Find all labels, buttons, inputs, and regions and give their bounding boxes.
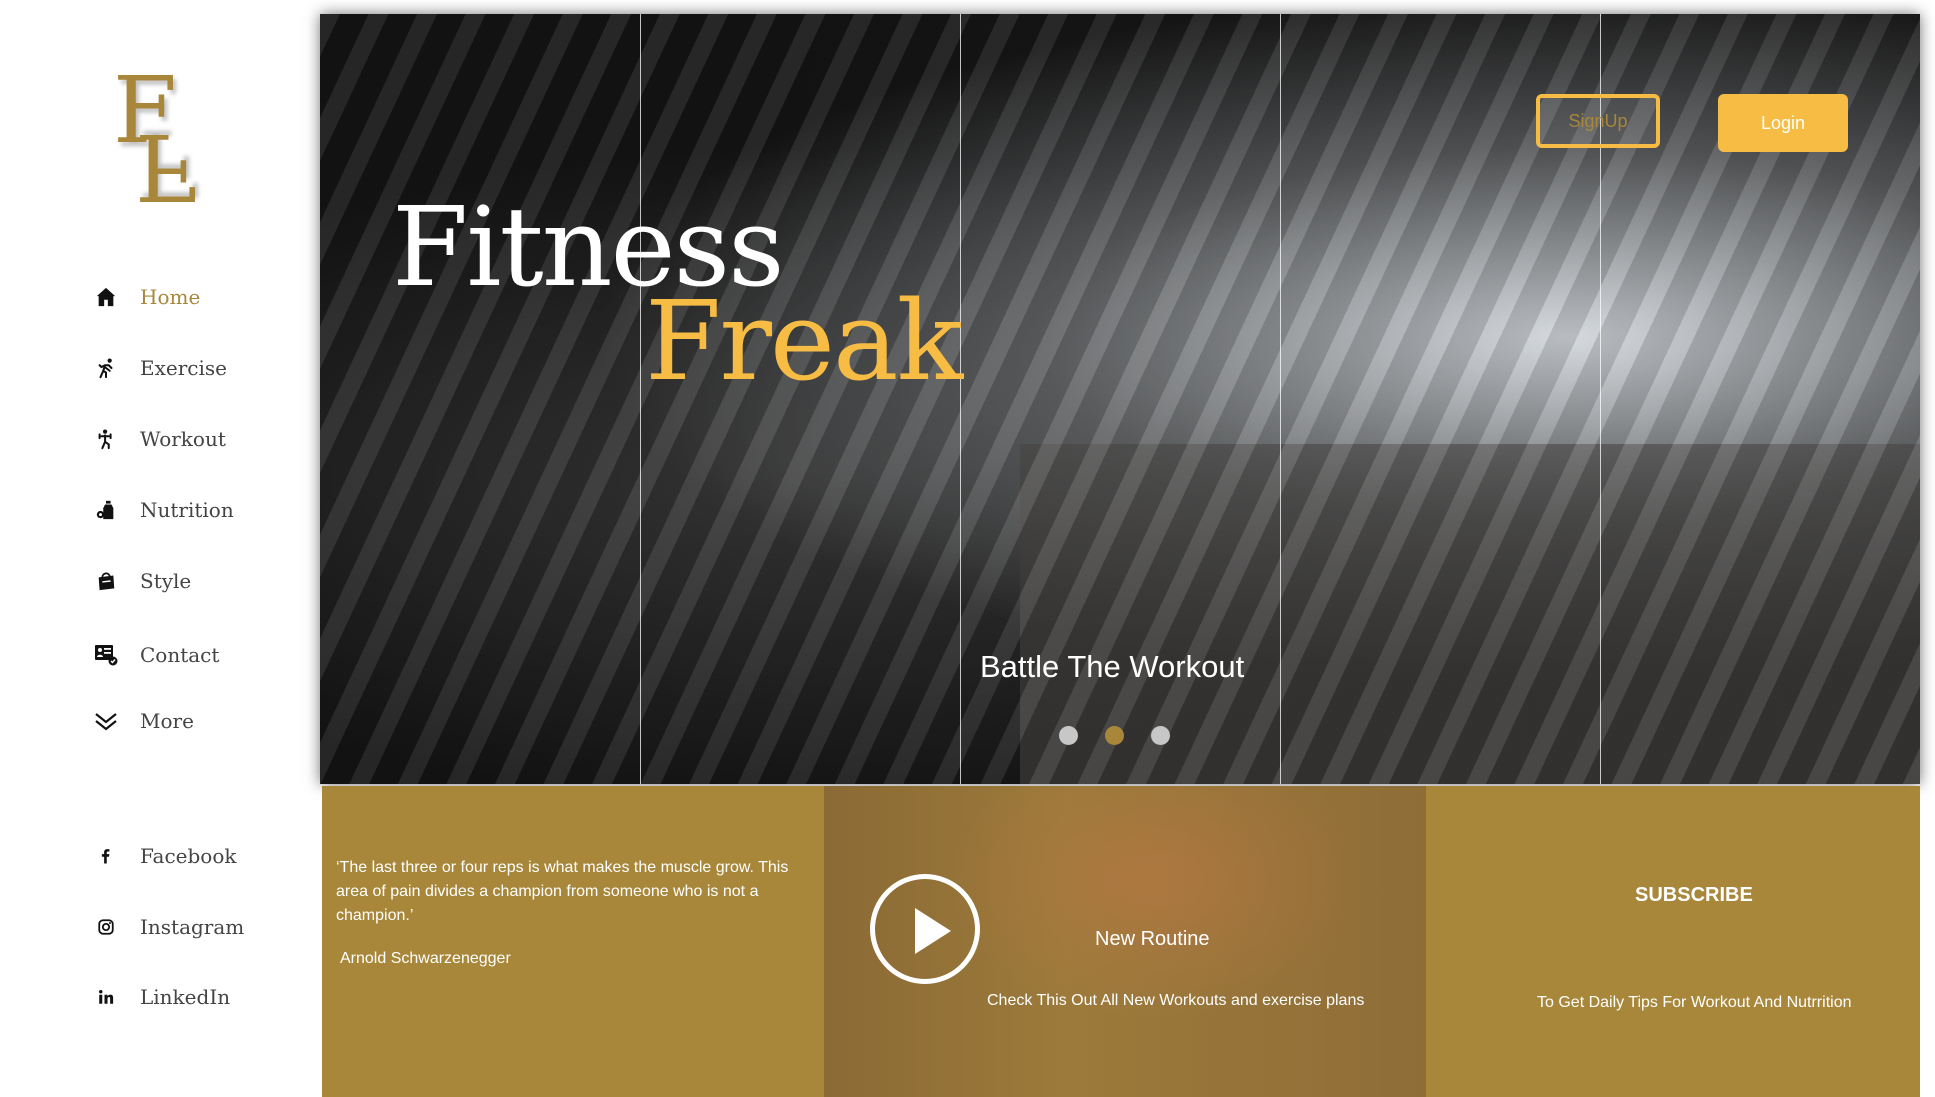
- video-description: Check This Out All New Workouts and exer…: [987, 992, 1365, 1009]
- quote-panel: ‘The last three or four reps is what mak…: [322, 786, 824, 1097]
- nav-label: Exercise: [140, 356, 227, 380]
- nav-label: Nutrition: [140, 498, 234, 522]
- instagram-icon: [94, 915, 118, 939]
- video-title: New Routine: [1095, 928, 1210, 950]
- nav-label: Workout: [140, 427, 226, 451]
- home-icon: [94, 285, 118, 309]
- shopping-bag-icon: [94, 569, 118, 593]
- social-facebook[interactable]: Facebook: [94, 844, 236, 868]
- running-icon: [94, 356, 118, 380]
- video-panel: New Routine Check This Out All New Worko…: [824, 786, 1426, 1097]
- subscribe-description: To Get Daily Tips For Workout And Nutrri…: [1537, 994, 1852, 1011]
- bottle-icon: [94, 498, 118, 522]
- social-instagram[interactable]: Instagram: [94, 915, 244, 939]
- chevron-down-icon: [94, 709, 118, 733]
- facebook-icon: [94, 844, 118, 868]
- social-label: Facebook: [140, 844, 237, 868]
- nav-item-more[interactable]: More: [94, 709, 194, 733]
- social-label: LinkedIn: [140, 985, 231, 1009]
- quote-author: Arnold Schwarzenegger: [340, 950, 511, 967]
- carousel-dot-2[interactable]: [1105, 726, 1124, 745]
- carousel-dots: [1059, 726, 1170, 745]
- nav-item-nutrition[interactable]: Nutrition: [94, 498, 234, 522]
- play-icon: [915, 908, 951, 954]
- nav-item-home[interactable]: Home: [94, 285, 200, 309]
- social-label: Instagram: [140, 915, 245, 939]
- nav-item-style[interactable]: Style: [94, 569, 191, 593]
- hero-divider: [1280, 14, 1281, 784]
- linkedin-icon: [94, 985, 118, 1009]
- nav-label: More: [140, 709, 194, 733]
- contact-card-icon: [94, 643, 118, 667]
- sidebar: F F Home Exercise Workout Nutrition Styl…: [0, 0, 320, 1097]
- hero-title-freak: Freak: [645, 277, 963, 405]
- nav-item-exercise[interactable]: Exercise: [94, 356, 227, 380]
- hero-tagline: Battle The Workout: [980, 649, 1245, 684]
- carousel-dot-1[interactable]: [1059, 726, 1078, 745]
- nav-label: Style: [140, 569, 192, 593]
- hero-banner: Fitness Freak SignUp Login Battle The Wo…: [320, 14, 1920, 784]
- hero-divider: [640, 14, 641, 784]
- nav-label: Contact: [140, 643, 220, 667]
- nav-item-contact[interactable]: Contact: [94, 643, 219, 667]
- play-button[interactable]: [870, 874, 980, 984]
- signup-button[interactable]: SignUp: [1536, 94, 1660, 148]
- logo[interactable]: F F: [105, 65, 215, 221]
- quote-text: ‘The last three or four reps is what mak…: [336, 859, 789, 924]
- nav-label: Home: [140, 285, 201, 309]
- social-linkedin[interactable]: LinkedIn: [94, 985, 230, 1009]
- workout-icon: [94, 427, 118, 451]
- login-button[interactable]: Login: [1718, 94, 1848, 152]
- subscribe-panel: SUBSCRIBE To Get Daily Tips For Workout …: [1426, 786, 1920, 1097]
- nav-item-workout[interactable]: Workout: [94, 427, 226, 451]
- subscribe-link[interactable]: SUBSCRIBE: [1635, 884, 1753, 907]
- feature-panels: ‘The last three or four reps is what mak…: [322, 786, 1920, 1097]
- logo-letter-bottom: F: [135, 113, 199, 220]
- carousel-dot-3[interactable]: [1151, 726, 1170, 745]
